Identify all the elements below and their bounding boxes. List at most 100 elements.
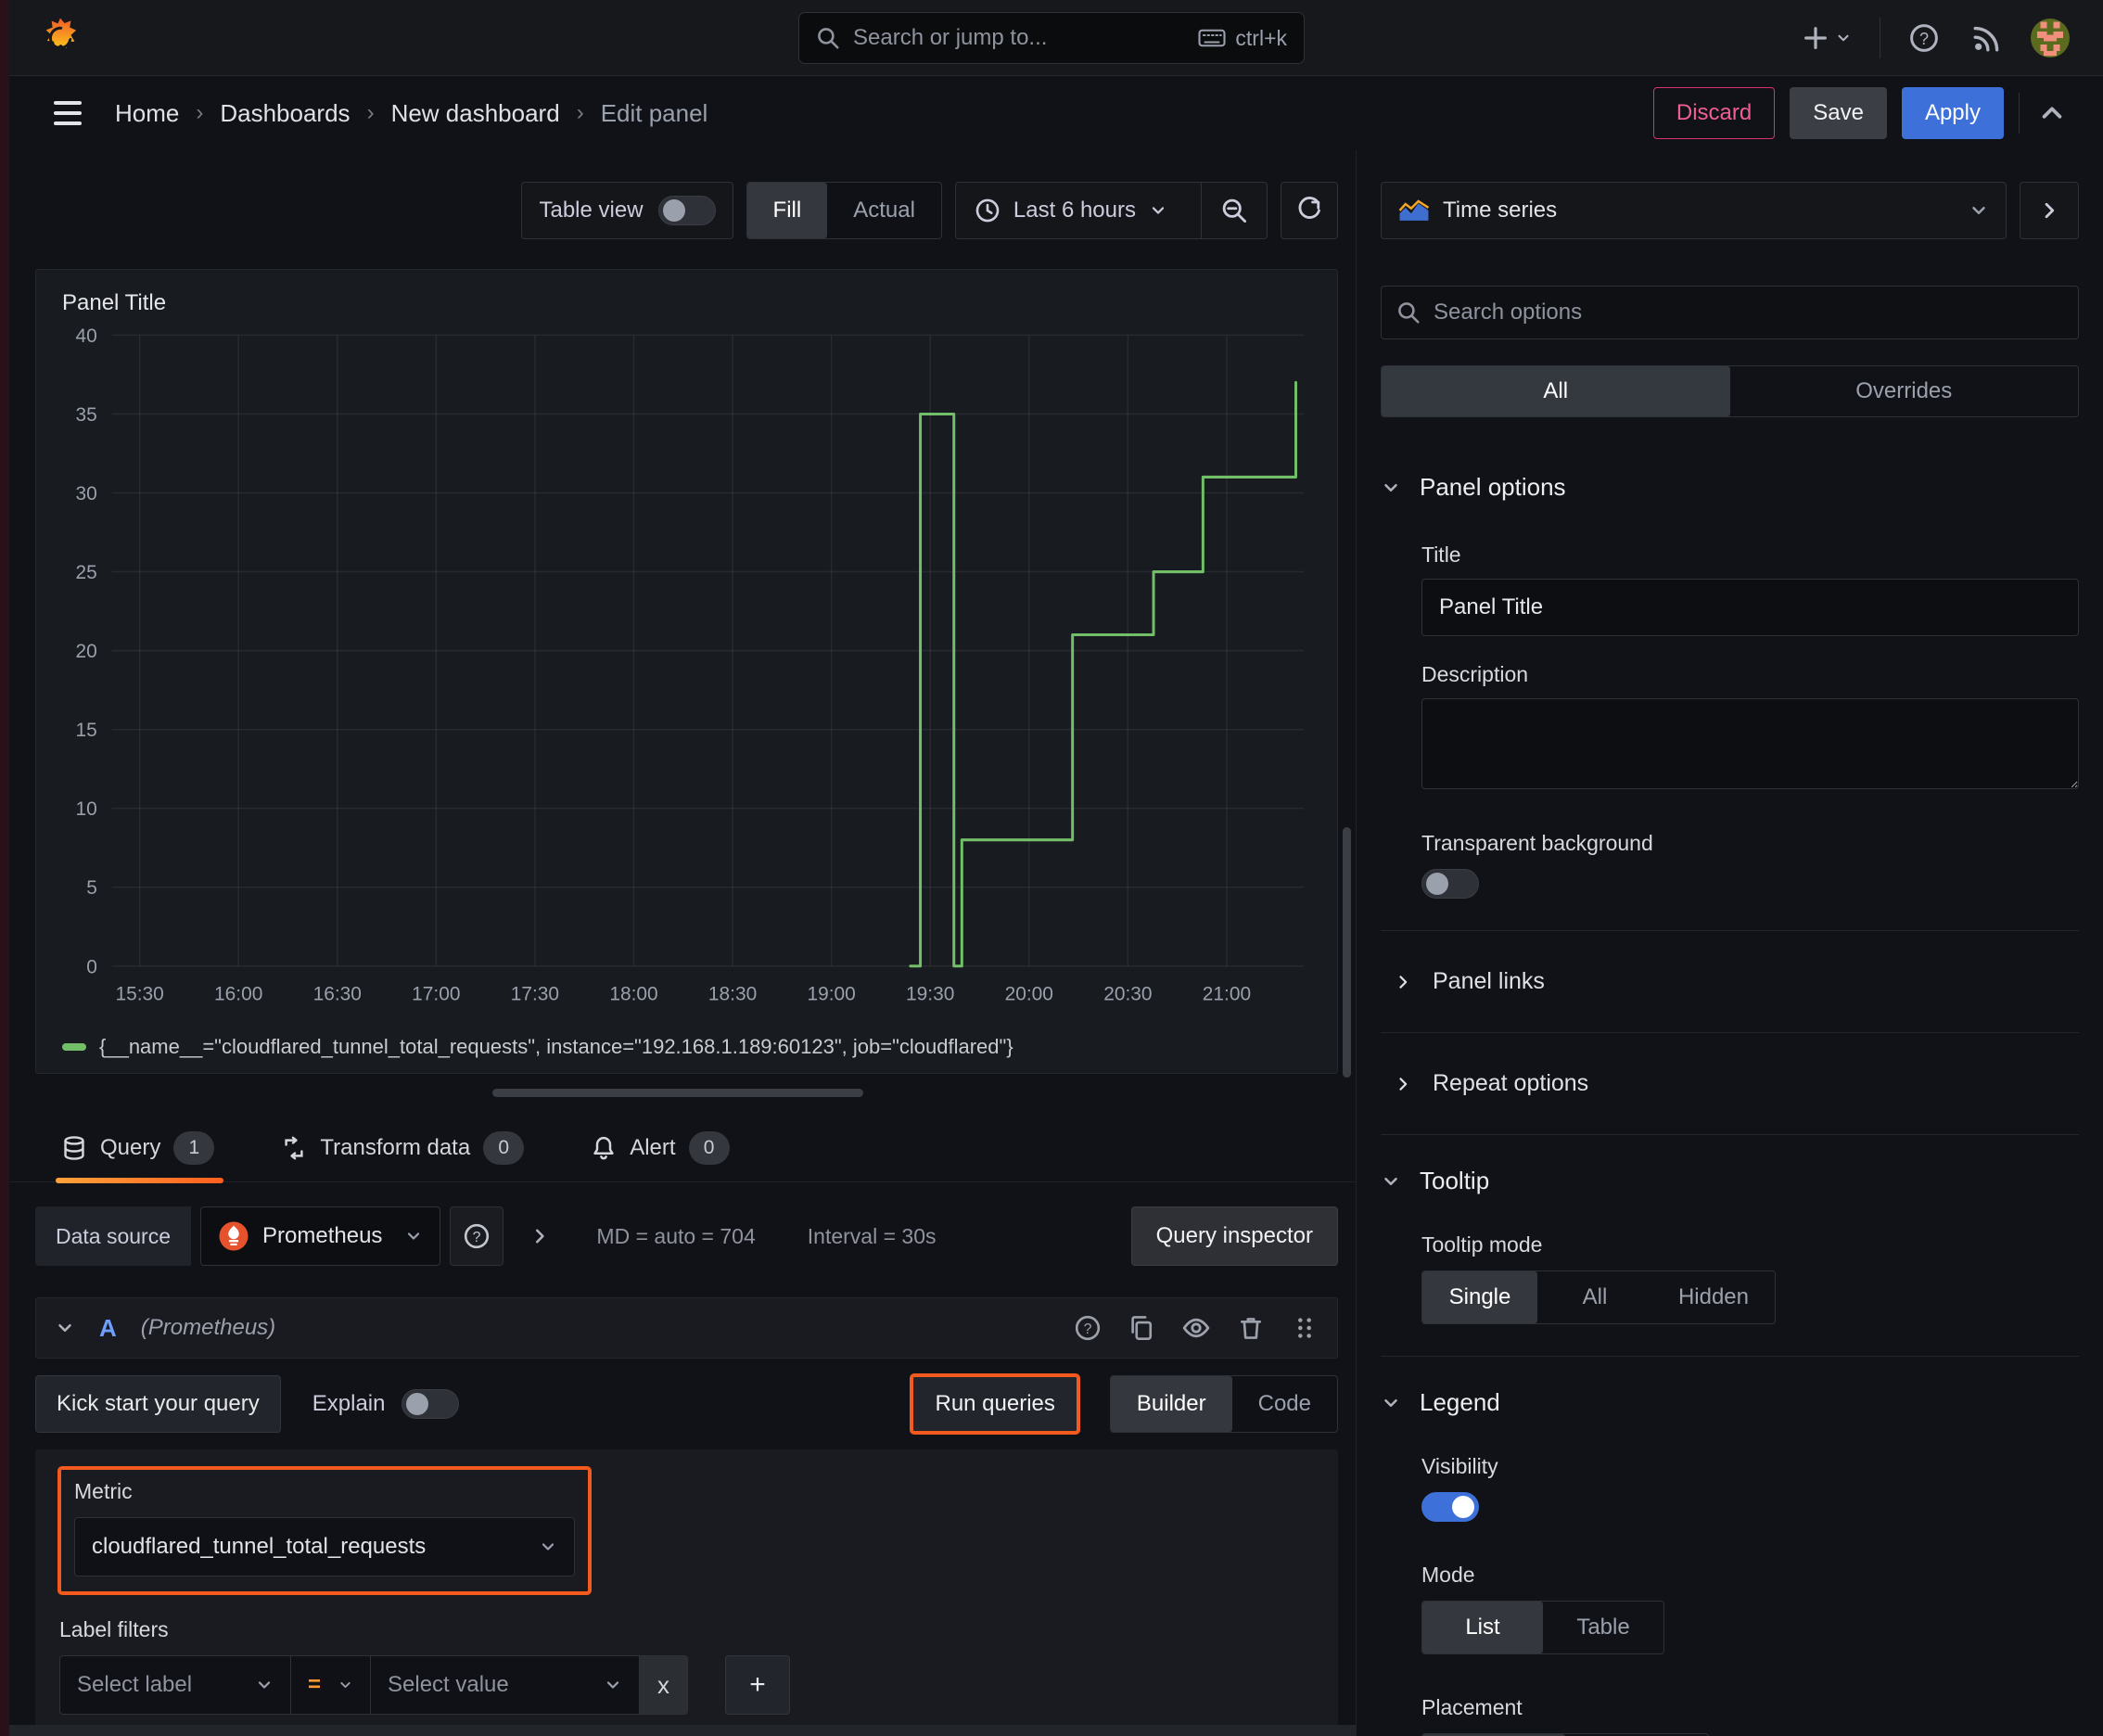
tooltip-header[interactable]: Tooltip: [1381, 1167, 2079, 1195]
table-view-label: Table view: [539, 198, 644, 223]
kick-start-button[interactable]: Kick start your query: [35, 1375, 281, 1433]
datasource-select[interactable]: Prometheus: [200, 1206, 441, 1266]
code-option[interactable]: Code: [1232, 1376, 1337, 1432]
horizontal-resize-handle[interactable]: [492, 1089, 863, 1097]
time-range-button[interactable]: Last 6 hours: [956, 183, 1186, 238]
bell-icon: [593, 1136, 614, 1160]
svg-text:?: ?: [473, 1230, 481, 1245]
options-search[interactable]: [1381, 286, 2079, 339]
breadcrumb-dashboards[interactable]: Dashboards: [220, 99, 350, 128]
tab-alert[interactable]: Alert 0: [585, 1131, 738, 1181]
svg-text:15: 15: [76, 720, 97, 741]
add-filter-button[interactable]: +: [725, 1655, 790, 1715]
chart-legend[interactable]: {__name__="cloudflared_tunnel_total_requ…: [55, 1021, 1319, 1073]
zoom-out-icon: [1222, 198, 1247, 223]
refresh-button[interactable]: [1281, 182, 1338, 239]
expand-options-button[interactable]: [526, 1222, 554, 1250]
tab-all[interactable]: All: [1382, 366, 1730, 416]
tooltip-hidden-option[interactable]: Hidden: [1652, 1271, 1775, 1323]
chevron-right-icon: [1399, 1077, 1408, 1091]
global-search[interactable]: ctrl+k: [798, 12, 1305, 64]
table-view-toggle[interactable]: [657, 196, 716, 225]
svg-text:?: ?: [1084, 1321, 1092, 1337]
menu-icon[interactable]: [48, 96, 87, 131]
section-divider: [1381, 930, 2079, 931]
avatar-image: [2031, 18, 2070, 57]
chevron-down-icon[interactable]: [55, 1318, 75, 1338]
breadcrumb-edit-panel: Edit panel: [600, 98, 708, 127]
grafana-logo-icon[interactable]: [39, 17, 82, 59]
tab-transform[interactable]: Transform data 0: [275, 1131, 533, 1181]
query-inspector-button[interactable]: Query inspector: [1130, 1206, 1338, 1266]
legend-header[interactable]: Legend: [1381, 1388, 2079, 1417]
svg-text:?: ?: [1919, 29, 1929, 47]
zoom-out-button[interactable]: [1201, 183, 1267, 238]
query-ref-id: A: [99, 1313, 117, 1342]
add-new-button[interactable]: [1798, 20, 1855, 56]
description-textarea[interactable]: [1421, 698, 2079, 789]
apply-button[interactable]: Apply: [1901, 87, 2004, 139]
options-search-input[interactable]: [1434, 300, 2063, 326]
duplicate-icon[interactable]: [1128, 1314, 1155, 1342]
transparent-bg-toggle[interactable]: [1421, 869, 1479, 899]
legend-visibility-toggle[interactable]: [1421, 1492, 1479, 1522]
tab-overrides[interactable]: Overrides: [1730, 366, 2079, 416]
operator-dropdown[interactable]: =: [291, 1655, 371, 1715]
vertical-scrollbar[interactable]: [1343, 827, 1351, 1078]
legend-placement-label: Placement: [1421, 1695, 1523, 1719]
chevron-down-icon: [1384, 483, 1397, 491]
query-builder: Metric cloudflared_tunnel_total_requests…: [35, 1449, 1338, 1736]
panel-toolbar: Table view Fill Actual Last 6 hours: [0, 182, 1338, 239]
explain-toggle[interactable]: [401, 1389, 460, 1419]
metric-label: Metric: [74, 1479, 133, 1503]
panel-links-row[interactable]: Panel links: [1394, 963, 2079, 1001]
help-icon: ?: [465, 1223, 490, 1249]
select-value-dropdown[interactable]: Select value: [371, 1655, 640, 1715]
run-queries-button[interactable]: Run queries: [910, 1373, 1080, 1435]
search-input[interactable]: [853, 25, 1186, 51]
series-label[interactable]: {__name__="cloudflared_tunnel_total_requ…: [99, 1035, 1013, 1059]
remove-filter-button[interactable]: x: [640, 1655, 688, 1715]
metric-block: Metric cloudflared_tunnel_total_requests: [57, 1466, 592, 1595]
clock-icon: [975, 198, 1000, 223]
breadcrumb-new-dashboard[interactable]: New dashboard: [391, 99, 560, 128]
svg-text:40: 40: [76, 326, 97, 347]
datasource-help-button[interactable]: ?: [450, 1206, 504, 1266]
toggle-viz-picker-button[interactable]: [2020, 182, 2079, 239]
discard-button[interactable]: Discard: [1652, 87, 1776, 139]
news-button[interactable]: [1968, 19, 2007, 57]
select-label-dropdown[interactable]: Select label: [59, 1655, 291, 1715]
repeat-options-row[interactable]: Repeat options: [1394, 1065, 2079, 1103]
panel-title-input[interactable]: [1421, 579, 2079, 636]
help-button[interactable]: ?: [1905, 19, 1944, 57]
tooltip-all-option[interactable]: All: [1537, 1271, 1652, 1323]
query-help-icon[interactable]: ?: [1074, 1314, 1102, 1342]
search-icon: [818, 28, 839, 49]
chart-svg: 0 5 10 15 20 25 30 35 40 15:30 16:00 16:30 17:00 17:3…: [76, 326, 1305, 1005]
drag-handle-icon[interactable]: [1291, 1314, 1319, 1342]
collapse-header-button[interactable]: [2034, 96, 2070, 131]
chart-area[interactable]: 0 5 10 15 20 25 30 35 40 15:30 16:00 16:30 17:00 17:3…: [55, 318, 1319, 1021]
metric-select[interactable]: cloudflared_tunnel_total_requests: [74, 1517, 575, 1576]
bottom-scroll-track[interactable]: [9, 1725, 1356, 1736]
save-button[interactable]: Save: [1790, 87, 1887, 139]
builder-option[interactable]: Builder: [1110, 1376, 1232, 1432]
series-swatch: [62, 1043, 86, 1051]
trash-icon[interactable]: [1237, 1314, 1265, 1342]
time-picker: Last 6 hours: [954, 182, 1268, 239]
plus-icon: [1804, 26, 1827, 49]
tab-query[interactable]: Query 1: [56, 1131, 224, 1183]
actual-option[interactable]: Actual: [827, 183, 941, 238]
legend-list-option[interactable]: List: [1422, 1602, 1543, 1653]
avatar[interactable]: [2031, 18, 2070, 57]
visualization-select[interactable]: Time series: [1381, 182, 2007, 239]
section-divider: [1381, 1032, 2079, 1033]
datasource-name: Prometheus: [262, 1223, 383, 1248]
query-header[interactable]: A (Prometheus) ?: [35, 1297, 1338, 1359]
tooltip-single-option[interactable]: Single: [1422, 1271, 1537, 1323]
eye-icon[interactable]: [1181, 1313, 1211, 1343]
breadcrumb-home[interactable]: Home: [115, 99, 179, 128]
legend-table-option[interactable]: Table: [1543, 1602, 1663, 1653]
panel-options-header[interactable]: Panel options: [1381, 473, 2079, 502]
fill-option[interactable]: Fill: [746, 183, 828, 238]
